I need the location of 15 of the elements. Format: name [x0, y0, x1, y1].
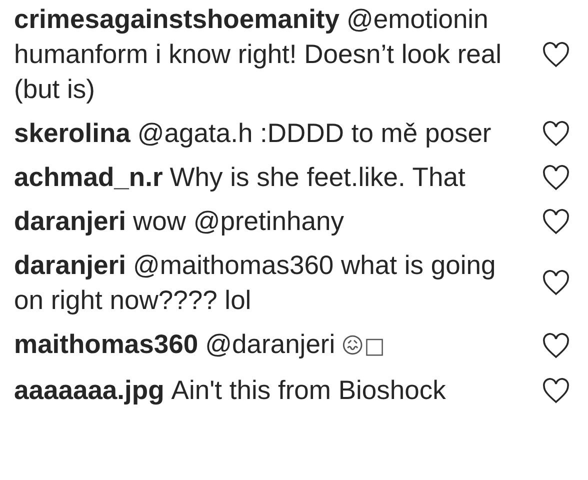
- heart-icon[interactable]: [542, 120, 570, 146]
- comment-text: daranjeri wow @pretinhany: [14, 205, 345, 238]
- heart-icon[interactable]: [542, 164, 570, 190]
- comment-text: achmad_n.r Why is she feet.like. That: [14, 161, 466, 194]
- heart-icon[interactable]: [542, 42, 570, 68]
- heart-icon[interactable]: [542, 270, 570, 296]
- emoji: 😖□: [341, 334, 385, 359]
- heart-icon[interactable]: [542, 378, 570, 404]
- comment-text: daranjeri @maithomas360 what is going on right now???? lol: [14, 249, 497, 317]
- heart-icon[interactable]: [542, 208, 570, 234]
- heart-icon[interactable]: [542, 332, 570, 358]
- comment-text: crimesagainstshoemanity @emotionin humanform i know right! Doesn’t look real (but is): [14, 3, 503, 106]
- comment-text: maithomas360 @daranjeri 😖□: [14, 328, 386, 361]
- comment-text: aaaaaaa.jpg Ain't this from Bioshock: [14, 374, 447, 407]
- comment-text: skerolina @agata.h :DDDD to mě poser: [14, 117, 492, 150]
